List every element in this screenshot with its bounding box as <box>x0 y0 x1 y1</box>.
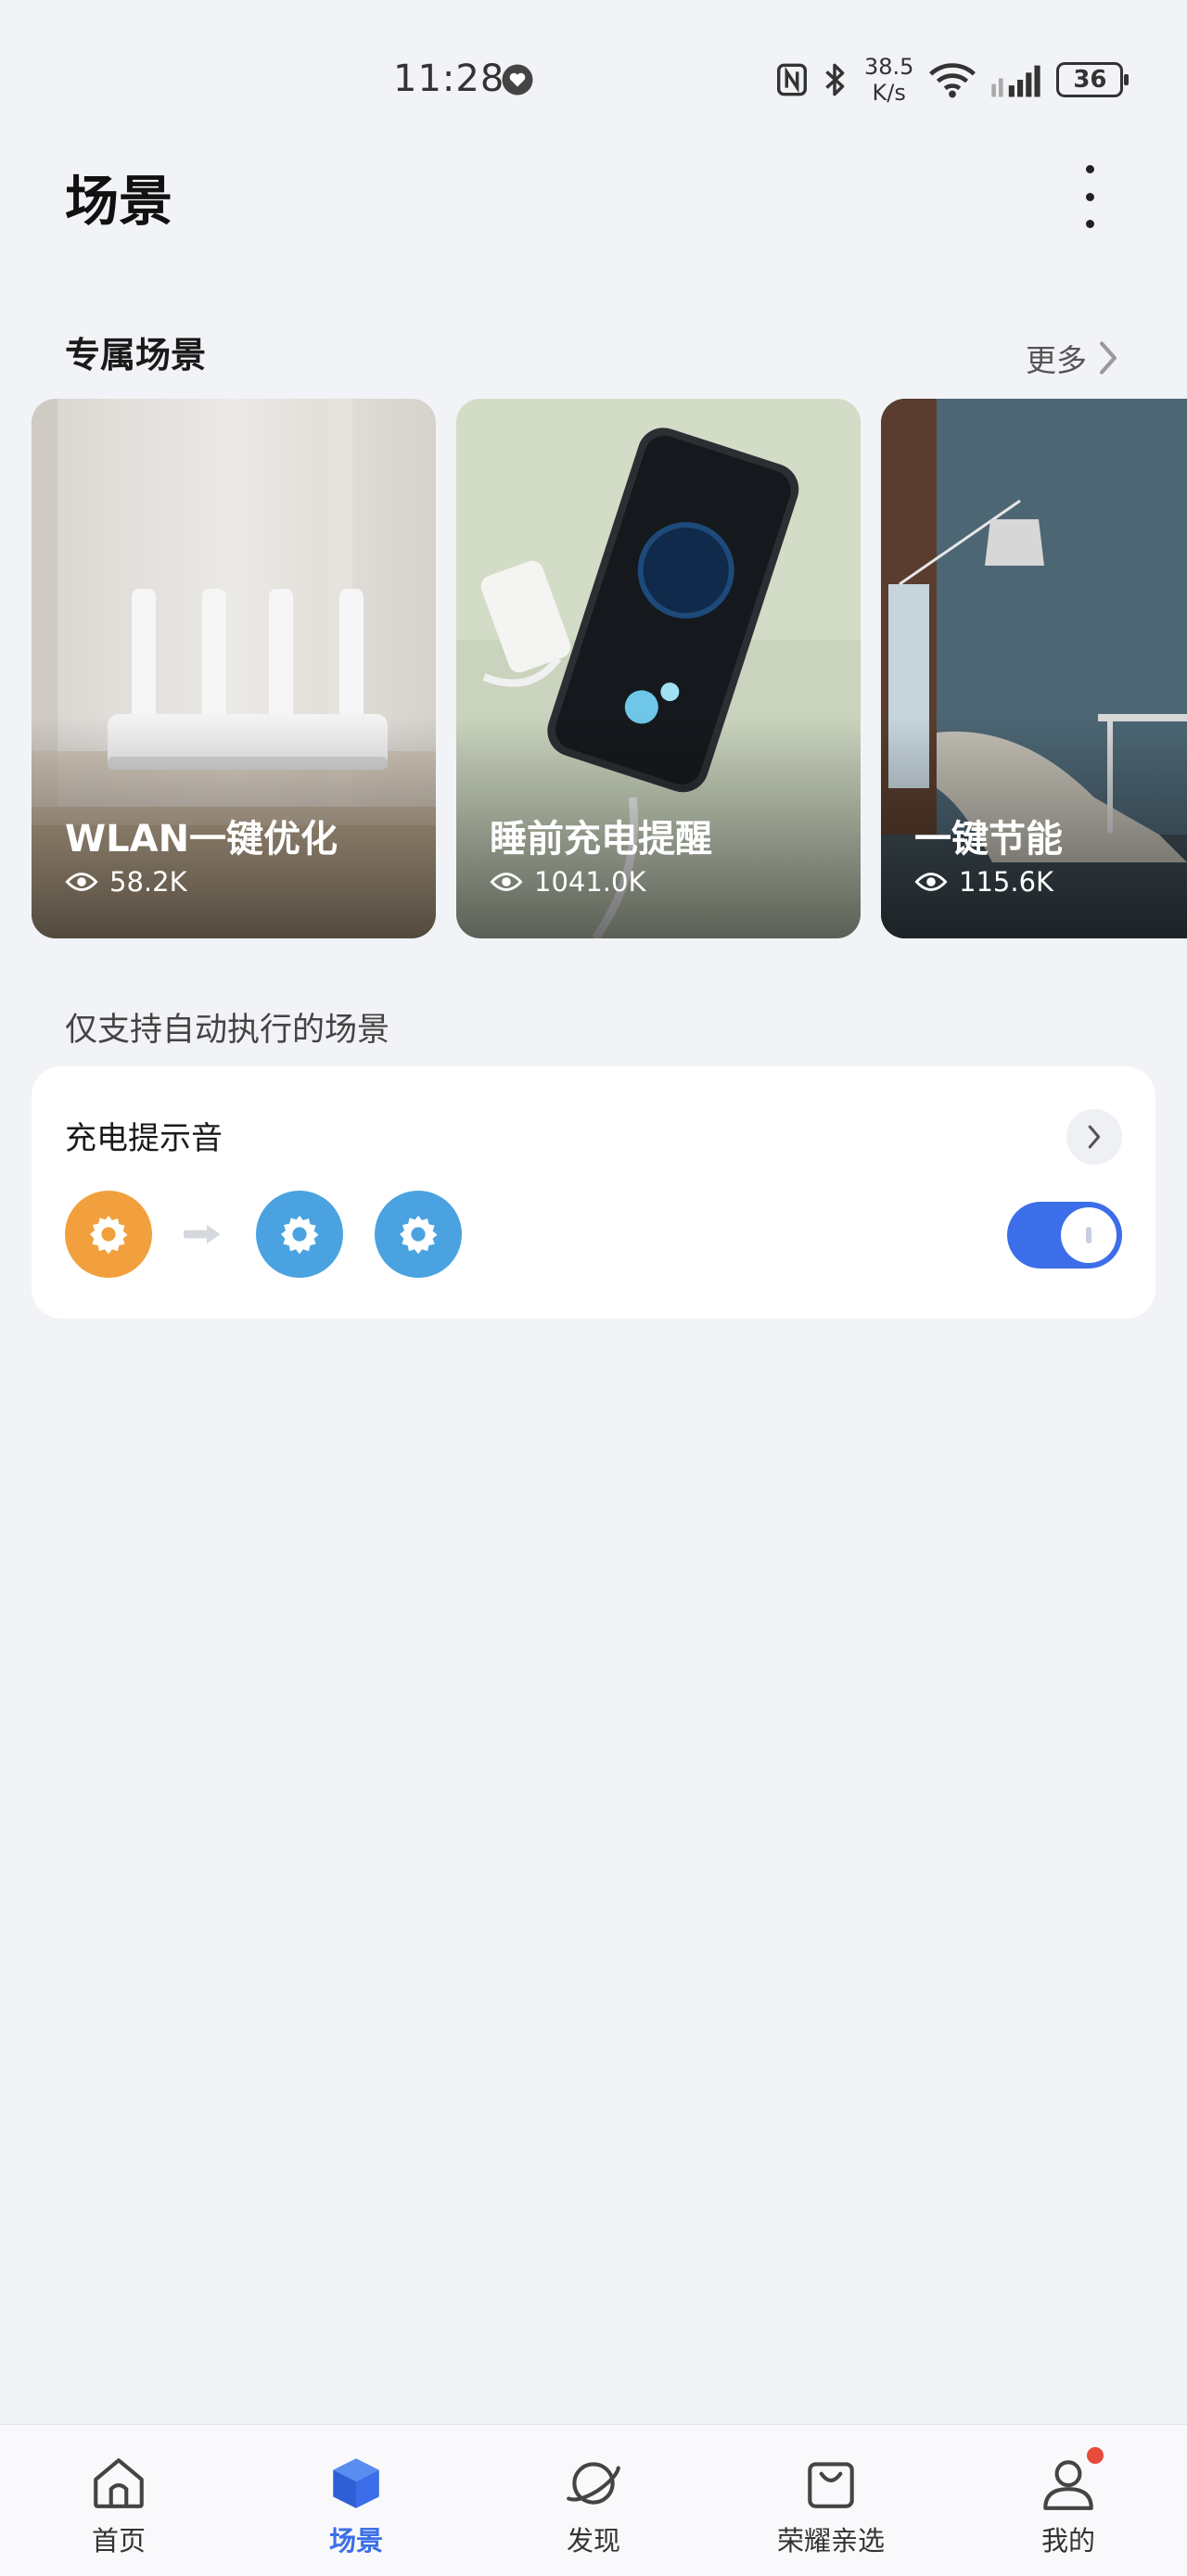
action-gear-icon <box>256 1191 343 1278</box>
nav-label: 我的 <box>1040 2525 1095 2557</box>
card-views-count: 58.2K <box>109 866 187 898</box>
eye-icon <box>65 873 98 891</box>
page-title: 场景 <box>65 170 173 233</box>
card-title: WLAN一键优化 <box>65 818 338 861</box>
nav-item-home[interactable]: 首页 <box>35 2425 202 2576</box>
action-gear-icon <box>375 1191 462 1278</box>
scene-enable-toggle[interactable] <box>1007 1202 1122 1269</box>
signal-icon <box>991 65 1041 97</box>
nav-item-scenes[interactable]: 场景 <box>273 2425 440 2576</box>
more-menu-icon[interactable] <box>1066 159 1113 234</box>
toggle-knob <box>1061 1207 1117 1263</box>
card-views: 115.6K <box>914 866 1053 898</box>
gear-icon <box>281 1216 319 1255</box>
nav-label: 首页 <box>91 2525 146 2557</box>
scene-card-wlan[interactable]: WLAN一键优化 58.2K <box>32 399 436 938</box>
arrow-right-icon <box>184 1224 221 1244</box>
net-speed-unit: K/s <box>872 80 906 106</box>
card-views: 58.2K <box>65 866 187 898</box>
bottom-nav: 首页 场景 发现 荣耀亲选 我的 <box>0 2424 1187 2576</box>
eye-icon <box>914 873 948 891</box>
card-title: 一键节能 <box>914 818 1063 861</box>
nav-item-honor-select[interactable]: 荣耀亲选 <box>747 2425 914 2576</box>
more-link[interactable]: 更多 <box>1026 336 1118 380</box>
scene-card-power-saving[interactable]: 一键节能 115.6K <box>881 399 1187 938</box>
chevron-right-icon <box>1100 341 1117 375</box>
gear-icon <box>90 1216 128 1255</box>
gear-icon <box>400 1216 438 1255</box>
scene-detail-button[interactable] <box>1066 1109 1122 1165</box>
status-bar: 11:28 38.5 K/s 36 <box>0 0 1187 158</box>
planet-icon <box>567 2462 620 2505</box>
card-views: 1041.0K <box>490 866 646 898</box>
status-time: 11:28 <box>393 57 505 100</box>
card-views-count: 115.6K <box>959 866 1054 898</box>
nav-item-me[interactable]: 我的 <box>985 2425 1152 2576</box>
heart-icon <box>502 64 533 96</box>
exclusive-section-title: 专属场景 <box>65 335 207 376</box>
scene-item-charging-sound[interactable]: 充电提示音 <box>32 1066 1155 1319</box>
nfc-icon <box>777 63 807 96</box>
notification-badge <box>1087 2447 1104 2464</box>
nav-label: 荣耀亲选 <box>776 2525 885 2557</box>
net-speed-value: 38.5 <box>864 54 914 80</box>
battery-icon: 36 <box>1056 62 1130 97</box>
card-title: 睡前充电提醒 <box>490 818 712 861</box>
scene-card-charging[interactable]: 睡前充电提醒 1041.0K <box>456 399 861 938</box>
home-icon <box>94 2458 144 2508</box>
auto-section-title: 仅支持自动执行的场景 <box>65 1012 390 1049</box>
cube-icon <box>333 2458 379 2508</box>
chevron-right-icon <box>1088 1125 1101 1149</box>
nav-label: 场景 <box>328 2525 383 2557</box>
scene-name: 充电提示音 <box>65 1120 223 1157</box>
nav-item-discover[interactable]: 发现 <box>510 2425 677 2576</box>
status-icons: 38.5 K/s 36 <box>775 52 1130 108</box>
wifi-icon <box>929 63 976 98</box>
bluetooth-icon <box>825 63 845 96</box>
net-speed: 38.5 K/s <box>864 54 913 106</box>
trigger-gear-icon <box>65 1191 152 1278</box>
scene-cards: WLAN一键优化 58.2K 睡前充电提醒 1041.0K 一键节能 115.6… <box>32 399 1187 938</box>
shopping-bag-icon <box>808 2462 854 2508</box>
more-link-label: 更多 <box>1026 342 1087 378</box>
card-views-count: 1041.0K <box>534 866 646 898</box>
nav-label: 发现 <box>566 2525 620 2557</box>
eye-icon <box>490 873 523 891</box>
